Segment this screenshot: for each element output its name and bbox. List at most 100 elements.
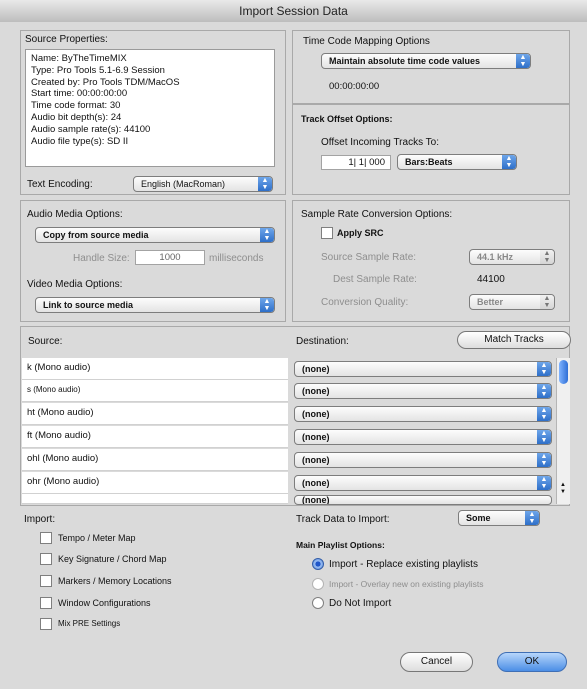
source-line: Time code format: 30 <box>31 100 121 112</box>
timecode-value[interactable]: 00:00:00:00 <box>329 81 379 92</box>
destination-popup[interactable]: (none) ▲ ▼ <box>294 429 552 445</box>
track-data-label: Track Data to Import: <box>296 514 390 525</box>
destination-value: (none) <box>302 495 330 505</box>
popup-arrows-icon: ▲ ▼ <box>260 228 274 242</box>
source-track-row[interactable]: ht (Mono audio) <box>22 403 288 425</box>
popup-arrows-icon: ▲ ▼ <box>540 295 554 309</box>
destination-value: (none) <box>302 432 330 442</box>
track-offset-heading: Track Offset Options: <box>301 114 393 124</box>
timecode-mapping-value: Maintain absolute time code values <box>329 56 481 66</box>
dest-rate-value: 44100 <box>477 274 505 285</box>
scrollbar-thumb[interactable] <box>559 360 568 384</box>
source-rate-value: 44.1 kHz <box>477 252 514 262</box>
destination-popup[interactable]: (none) ▲ ▼ <box>294 475 552 491</box>
source-properties-heading: Source Properties: <box>25 34 108 45</box>
dest-rate-label: Dest Sample Rate: <box>333 274 417 285</box>
destination-value: (none) <box>302 409 330 419</box>
conversion-quality-value: Better <box>477 297 504 307</box>
text-encoding-popup[interactable]: English (MacRoman) ▲ ▼ <box>133 176 273 192</box>
markers-checkbox[interactable] <box>40 575 52 587</box>
match-tracks-button[interactable]: Match Tracks <box>457 331 571 349</box>
destination-popup[interactable]: (none) ▲ ▼ <box>294 383 552 399</box>
tempo-meter-checkbox[interactable] <box>40 532 52 544</box>
offset-units-popup[interactable]: Bars:Beats ▲ ▼ <box>397 154 517 170</box>
mix-pre-checkbox[interactable] <box>40 618 52 630</box>
source-line: Name: ByTheTimeMIX <box>31 53 127 64</box>
destination-popup[interactable]: (none) ▲ ▼ <box>294 406 552 422</box>
text-encoding-value: English (MacRoman) <box>141 179 226 189</box>
offset-label: Offset Incoming Tracks To: <box>321 137 440 148</box>
markers-label: Markers / Memory Locations <box>58 576 172 586</box>
timecode-heading: Time Code Mapping Options <box>303 36 430 47</box>
handle-size-label: Handle Size: <box>73 253 130 264</box>
source-line: Audio file type(s): SD II <box>31 135 129 147</box>
window-configurations-checkbox[interactable] <box>40 597 52 609</box>
track-offset-panel: Track Offset Options: Offset Incoming Tr… <box>292 104 570 195</box>
conversion-quality-label: Conversion Quality: <box>321 297 409 308</box>
popup-arrows-icon: ▲ ▼ <box>540 250 554 264</box>
popup-arrows-icon: ▲ ▼ <box>537 453 551 467</box>
handle-size-field[interactable]: 1000 <box>135 250 205 265</box>
video-media-popup[interactable]: Link to source media ▲ ▼ <box>35 297 275 313</box>
popup-arrows-icon: ▲ ▼ <box>537 430 551 444</box>
destination-popup[interactable]: (none) ▲ ▼ <box>294 361 552 377</box>
source-rate-popup[interactable]: 44.1 kHz ▲ ▼ <box>469 249 555 265</box>
source-track-row[interactable] <box>22 494 288 504</box>
popup-arrows-icon: ▲ ▼ <box>502 155 516 169</box>
popup-arrows-icon: ▲ ▼ <box>258 177 272 191</box>
text-encoding-label: Text Encoding: <box>27 179 93 190</box>
do-not-import-radio[interactable] <box>312 597 324 609</box>
key-signature-checkbox[interactable] <box>40 553 52 565</box>
source-track-row[interactable]: ft (Mono audio) <box>22 426 288 448</box>
destination-popup[interactable]: (none) <box>294 495 552 505</box>
video-media-heading: Video Media Options: <box>27 279 123 290</box>
window-title-bar: Import Session Data <box>0 0 587 23</box>
destination-column-label: Destination: <box>296 336 349 347</box>
import-heading: Import: <box>24 514 56 525</box>
source-properties-panel: Source Properties: Name: ByTheTimeMIX Ty… <box>20 30 286 195</box>
track-data-popup[interactable]: Some ▲ ▼ <box>458 510 540 526</box>
replace-playlists-label: Import - Replace existing playlists <box>329 559 478 570</box>
source-track-row[interactable]: k (Mono audio) <box>22 358 288 380</box>
source-track-row[interactable]: s (Mono audio) <box>22 380 288 402</box>
apply-src-label: Apply SRC <box>337 228 384 238</box>
popup-arrows-icon: ▲ ▼ <box>260 298 274 312</box>
destination-value: (none) <box>302 364 330 374</box>
audio-media-popup[interactable]: Copy from source media ▲ ▼ <box>35 227 275 243</box>
cancel-button[interactable]: Cancel <box>400 652 473 672</box>
overlay-playlists-radio[interactable] <box>312 578 324 590</box>
offset-units-value: Bars:Beats <box>405 157 453 167</box>
source-line: Start time: 00:00:00:00 <box>31 88 128 100</box>
offset-field[interactable]: 1| 1| 000 <box>321 155 391 170</box>
sample-rate-panel: Sample Rate Conversion Options: Apply SR… <box>292 200 570 322</box>
timecode-mapping-popup[interactable]: Maintain absolute time code values ▲ ▼ <box>321 53 531 69</box>
destination-popup[interactable]: (none) ▲ ▼ <box>294 452 552 468</box>
scroll-arrows-icon[interactable]: ▲ ▼ <box>560 482 566 496</box>
source-rate-label: Source Sample Rate: <box>321 252 417 263</box>
source-line: Audio sample rate(s): 44100 <box>31 123 151 135</box>
media-options-panel: Audio Media Options: Copy from source me… <box>20 200 286 322</box>
playlist-heading: Main Playlist Options: <box>296 540 385 550</box>
source-column-label: Source: <box>28 336 63 347</box>
mix-pre-label: Mix PRE Settings <box>58 619 121 628</box>
source-track-row[interactable]: ohr (Mono audio) <box>22 472 288 494</box>
apply-src-checkbox[interactable] <box>321 227 333 239</box>
replace-playlists-radio[interactable] <box>312 558 324 570</box>
overlay-playlists-label: Import - Overlay new on existing playlis… <box>329 579 484 589</box>
tempo-meter-label: Tempo / Meter Map <box>58 533 136 543</box>
ok-button[interactable]: OK <box>497 652 567 672</box>
source-line: Type: Pro Tools 5.1-6.9 Session <box>31 64 165 76</box>
source-line: Created by: Pro Tools TDM/MacOS <box>31 76 180 88</box>
sample-rate-heading: Sample Rate Conversion Options: <box>301 209 453 220</box>
popup-arrows-icon: ▲ ▼ <box>537 407 551 421</box>
conversion-quality-popup[interactable]: Better ▲ ▼ <box>469 294 555 310</box>
timecode-mapping-panel: Time Code Mapping Options Maintain absol… <box>292 30 570 104</box>
source-track-row[interactable]: ohl (Mono audio) <box>22 449 288 471</box>
audio-media-heading: Audio Media Options: <box>27 209 123 220</box>
source-properties-text[interactable]: Name: ByTheTimeMIX Type: Pro Tools 5.1-6… <box>25 49 275 167</box>
video-media-value: Link to source media <box>43 300 134 310</box>
track-list-scrollbar[interactable]: ▲ ▼ <box>556 358 570 504</box>
popup-arrows-icon: ▲ ▼ <box>537 362 551 376</box>
key-signature-label: Key Signature / Chord Map <box>58 554 167 564</box>
track-data-value: Some <box>466 513 491 523</box>
